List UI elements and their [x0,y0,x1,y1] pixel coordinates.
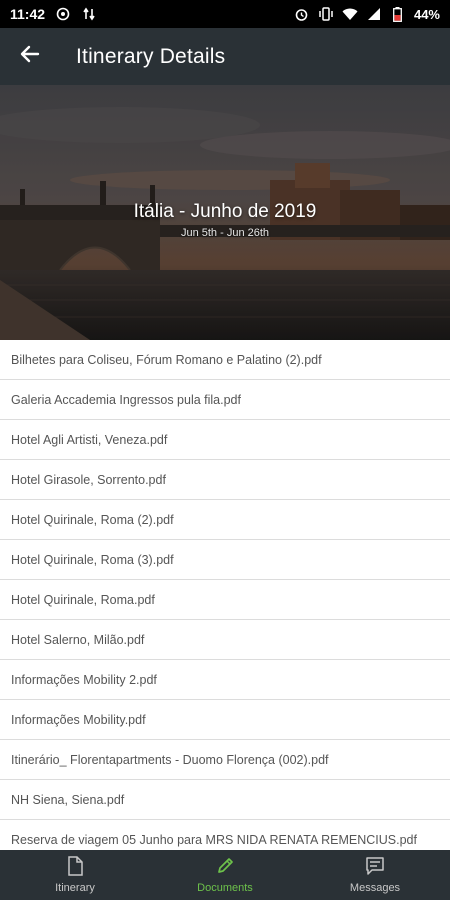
trip-dates: Jun 5th - Jun 26th [180,227,270,239]
battery-percentage: 44% [413,6,440,22]
nav-itinerary-label: Itinerary [55,882,95,894]
pencil-icon [215,856,235,879]
list-item[interactable]: Informações Mobility.pdf [0,700,450,740]
nav-messages-label: Messages [349,882,401,894]
data-sync-icon [81,6,97,22]
signal-icon [366,6,382,22]
whatsapp-icon [55,6,71,22]
nav-messages[interactable]: Messages [300,850,450,900]
list-item[interactable]: NH Siena, Siena.pdf [0,780,450,820]
nav-documents[interactable]: Documents [150,850,300,900]
list-item[interactable]: Hotel Quirinale, Roma (2).pdf [0,500,450,540]
wifi-icon [342,6,358,22]
list-item[interactable]: Informações Mobility 2.pdf [0,660,450,700]
list-item[interactable]: Hotel Salerno, Milão.pdf [0,620,450,660]
document-icon [67,856,83,879]
battery-icon [390,6,406,22]
nav-itinerary[interactable]: Itinerary [0,850,150,900]
list-item[interactable]: Itinerário_ Florentapartments - Duomo Fl… [0,740,450,780]
message-icon [365,856,385,879]
alarm-icon [294,6,310,22]
list-item[interactable]: Hotel Quirinale, Roma.pdf [0,580,450,620]
vibrate-icon [318,6,334,22]
hero-banner: Itália - Junho de 2019 Jun 5th - Jun 26t… [0,85,450,340]
back-button[interactable] [0,28,60,85]
status-bar: 11:42 44% [0,0,450,28]
list-item[interactable]: Hotel Quirinale, Roma (3).pdf [0,540,450,580]
app-bar: Itinerary Details [0,28,450,85]
list-item[interactable]: Hotel Agli Artisti, Veneza.pdf [0,420,450,460]
list-item[interactable]: Galeria Accademia Ingressos pula fila.pd… [0,380,450,420]
status-time: 11:42 [10,6,46,22]
document-list: Bilhetes para Coliseu, Fórum Romano e Pa… [0,340,450,850]
arrow-back-icon [20,44,40,69]
page-title: Itinerary Details [76,44,226,68]
trip-title: Itália - Junho de 2019 [133,201,317,222]
list-item[interactable]: Reserva de viagem 05 Junho para MRS NIDA… [0,820,450,850]
bottom-navigation: Itinerary Documents Messages [0,850,450,900]
list-item[interactable]: Bilhetes para Coliseu, Fórum Romano e Pa… [0,340,450,380]
nav-documents-label: Documents [197,882,253,894]
list-item[interactable]: Hotel Girasole, Sorrento.pdf [0,460,450,500]
